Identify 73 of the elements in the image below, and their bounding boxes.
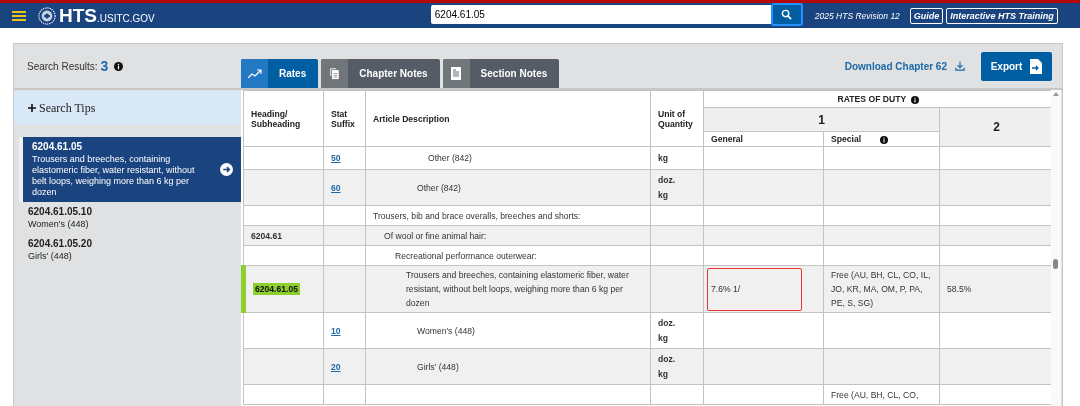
tab[interactable]: Section Notes: [442, 59, 560, 88]
heading-code: 6204.61.05: [253, 283, 300, 295]
search-icon: [781, 9, 793, 20]
file-export-icon: [1030, 58, 1043, 74]
column-header: Unit of Quantity: [650, 90, 704, 147]
unit-text: doz.: [658, 352, 677, 366]
article-description: Women's (448): [416, 324, 476, 338]
trend-icon: [246, 68, 263, 79]
scrollbar-thumb[interactable]: [1053, 259, 1058, 269]
article-description: Recreational performance outerwear:: [394, 249, 538, 263]
plus-icon: [28, 104, 36, 112]
scrollbar[interactable]: [1051, 90, 1061, 406]
info-icon[interactable]: [114, 61, 124, 71]
stat-suffix-link[interactable]: 20: [331, 361, 341, 372]
seal-icon: [38, 6, 56, 25]
download-icon[interactable]: [955, 61, 965, 71]
arrow-circle-icon[interactable]: [220, 163, 233, 176]
article-description: Of wool or fine animal hair:: [383, 229, 488, 243]
results-label: Search Results:: [27, 60, 98, 72]
result-code: 6204.61.05.10: [28, 206, 92, 217]
search-tips-label: Search Tips: [39, 100, 96, 116]
column-header: Heading/ Subheading: [243, 90, 324, 147]
tab[interactable]: Rates: [241, 59, 319, 88]
download-link[interactable]: Download Chapter 62: [844, 60, 947, 72]
result-code: 6204.61.05: [32, 141, 84, 152]
site-logo[interactable]: HTS.USITC.GOV: [59, 4, 155, 27]
export-button[interactable]: Export: [981, 51, 1052, 81]
scroll-up-icon[interactable]: [1053, 92, 1059, 96]
document-icon: [451, 67, 462, 80]
column-group-header: 1: [703, 107, 940, 132]
result-item[interactable]: 6204.61.05.10 Women's (448): [14, 202, 241, 234]
unit-text: doz.: [658, 173, 677, 187]
article-description: Trousers and breeches, containing elastomeric fiber, water resistant, without belt loops, weighing more than 6 kg per dozen: [405, 269, 630, 310]
header-button[interactable]: Interactive HTS Training: [946, 7, 1058, 24]
heading-code: 6204.61: [251, 230, 283, 241]
results-count: 3: [100, 58, 109, 74]
result-description: Women's (448): [28, 219, 90, 230]
unit-text: kg: [658, 331, 670, 345]
result-item[interactable]: 6204.61.05 Trousers and breeches, containing elastomeric fiber, water resistant, without belt loops, weighing more than 6 kg per dozen: [19, 137, 241, 202]
info-icon[interactable]: [879, 135, 888, 144]
result-description: Trousers and breeches, containing elastomeric fiber, water resistant, without belt loops, weighing more than 6 kg per dozen: [32, 154, 196, 198]
documents-icon: [329, 67, 341, 80]
article-description: Girls' (448): [416, 360, 460, 374]
unit-text: kg: [658, 367, 670, 381]
search-field[interactable]: 6204.61.05: [430, 5, 771, 24]
article-description: Other (842): [416, 181, 462, 195]
header-button[interactable]: Guide: [909, 7, 944, 24]
result-description: Girls' (448): [28, 251, 73, 262]
unit-text: doz.: [658, 316, 677, 330]
general-rate: 7.6% 1/: [711, 284, 741, 294]
result-code: 6204.61.05.20: [28, 238, 92, 249]
column-header: Stat Suffix: [323, 90, 366, 147]
column-group-header: RATES OF DUTY: [837, 94, 907, 104]
stat-suffix-link[interactable]: 60: [331, 182, 341, 193]
stat-suffix-link[interactable]: 50: [331, 153, 341, 163]
result-item[interactable]: 6204.61.05.20 Girls' (448): [14, 234, 241, 266]
stat-suffix-link[interactable]: 10: [331, 325, 341, 336]
special-rate: Free (AU, BH, CL, CO,: [831, 388, 920, 402]
search-tips-panel[interactable]: Search Tips: [14, 91, 241, 125]
column-header: 2: [939, 107, 1051, 147]
article-description: Trousers, bib and brace overalls, breeches and shorts:: [373, 209, 582, 223]
column-2-rate: 58.5%: [947, 284, 972, 294]
column-header: Article Description: [365, 90, 651, 147]
special-rate: Free (AU, BH, CL, CO, IL, JO, KR, MA, OM, P, PA, PE, S, SG): [831, 269, 932, 310]
menu-icon[interactable]: [12, 10, 26, 21]
unit-text: kg: [658, 151, 670, 165]
search-button[interactable]: [770, 3, 803, 26]
column-header: Special: [831, 134, 862, 144]
info-icon[interactable]: [911, 95, 920, 104]
revision-label: 2025 HTS Revision 12: [814, 10, 900, 21]
unit-text: kg: [658, 188, 670, 202]
article-description: Other (842): [427, 152, 473, 165]
tab[interactable]: Chapter Notes: [321, 59, 440, 88]
